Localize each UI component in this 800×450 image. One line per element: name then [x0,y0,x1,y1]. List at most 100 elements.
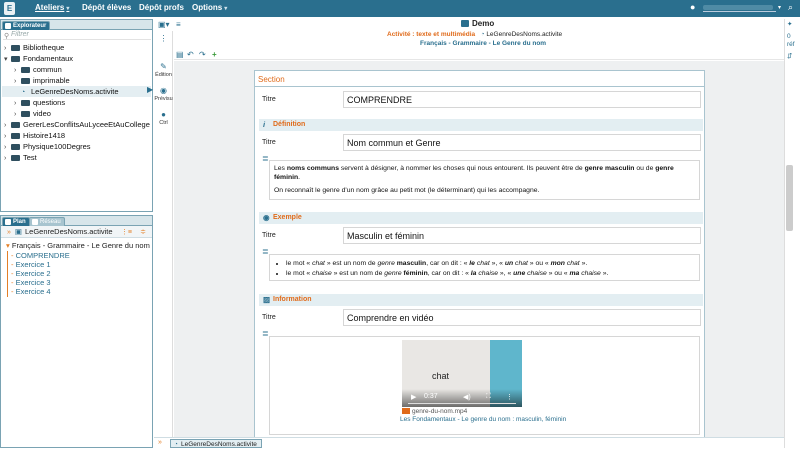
activity-subtitle: Français - Grammaire - Le Genre du nom [420,40,547,47]
example-title-input[interactable]: Masculin et féminin [343,227,701,244]
example-bullet: le mot « chaise » est un nom de genre fé… [286,269,695,278]
plan-child-item[interactable]: - Exercice 4 [11,287,51,296]
plan-child-item[interactable]: - Exercice 3 [11,278,51,287]
information-block-header[interactable]: ▨ Information [259,294,703,306]
split-icon[interactable]: ⇵ [787,52,792,60]
video-time: 0:37 [424,393,438,400]
play-icon[interactable]: ▶ [411,393,416,401]
fullscreen-icon[interactable]: ⛶ [486,393,491,401]
volume-icon[interactable]: ◀) [463,393,471,401]
video-filename-label: genre-du-nom.mp4 [412,408,468,415]
tree-item[interactable]: ◔ LeGenreDesNoms.activite [2,86,151,97]
folder-icon [21,67,30,73]
tab-plan[interactable]: Plan [2,217,30,226]
pin-icon[interactable]: ✦ [787,20,792,28]
collapse-icon[interactable]: ≑ [140,227,146,239]
section-title-input[interactable]: COMPRENDRE [343,91,701,108]
add-icon[interactable]: + [212,50,217,59]
text-edit-icon[interactable]: ≣ [262,155,269,163]
tree-item-label: Histoire1418 [23,131,66,140]
double-chevron-down-icon[interactable]: » [7,229,11,236]
tree-item-label: Bibliotheque [23,43,65,52]
video-player[interactable]: chat ▶ 0:37 ◀) ⛶ ⋮ [402,340,522,407]
folder-icon [11,133,20,139]
tab-label: Réseau [40,219,61,225]
list-icon[interactable]: ≡ [176,20,181,29]
tree-item[interactable]: › questions [2,97,151,108]
redo-icon[interactable]: ↷ [199,50,206,59]
information-title-input[interactable]: Comprendre en vidéo [343,309,701,326]
menu-ateliers[interactable]: Ateliers ▾ [35,3,69,12]
menu-options[interactable]: Options ▾ [192,3,227,12]
caret-down-icon: ▾ [224,6,228,12]
top-bar: E Ateliers ▾ Dépôt élèves Dépôt profs Opt… [0,0,800,17]
plan-root-label: Français - Grammaire - Le Genre du nom [11,241,150,250]
ctrl-button[interactable]: ● Ctrl [154,110,173,126]
example-bullet: le mot « chat » est un nom de genre masc… [286,259,695,268]
plan-child-label: Exercice 4 [15,287,51,296]
double-chevron-down-icon[interactable]: » [158,439,162,446]
tree-item[interactable]: › Histoire1418 [2,130,151,141]
plan-root-item[interactable]: ▾ Français - Grammaire - Le Genre du nom [6,241,150,250]
image-icon: ▨ [263,295,271,304]
text-edit-icon[interactable]: ≣ [262,330,269,338]
tree-item[interactable]: › GererLesConflitsAuLyceeEtAuCollege [2,119,151,130]
outline-icon[interactable]: ⋮≡ [121,227,132,239]
user-name-field[interactable] [703,4,776,12]
definition-text[interactable]: Les noms communs servent à désigner, à n… [269,160,700,200]
menu-depot-profs[interactable]: Dépôt profs [139,3,184,12]
preview-button[interactable]: ◉ Prévisu [154,86,173,102]
video-filename[interactable]: genre-du-nom.mp4 [402,408,467,415]
explorer-tab-header: Explorateur [1,20,152,30]
menu-depot-eleves[interactable]: Dépôt élèves [82,3,131,12]
plan-child-label: Exercice 1 [15,260,51,269]
video-caption[interactable]: Les Fondamentaux - Le genre du nom : mas… [400,416,566,423]
app-logo[interactable]: E [4,2,15,15]
chevron-down-icon[interactable]: ▾ [778,4,781,11]
tree-item[interactable]: › Bibliotheque [2,42,151,53]
chevron-right-icon[interactable]: › [4,153,11,164]
menu-label: Options [192,3,223,12]
user-icon[interactable]: ● [690,2,695,12]
plan-child-item[interactable]: - Exercice 2 [11,269,51,278]
more-menu-button[interactable]: ⋮ [154,34,173,44]
tab-explorateur[interactable]: Explorateur [2,21,51,30]
activity-line: Activité : texte et multimédia ◔ LeGenre… [387,31,562,38]
video-progress-track[interactable] [408,403,516,404]
filter-input[interactable]: ⚲ Filtrer [3,31,151,40]
right-rail: ✦ 0 réf ⇵ [784,19,800,448]
tree-item-label: questions [33,98,66,107]
more-icon[interactable]: ⋮ [506,393,513,401]
folder-icon [21,111,30,117]
save-icon[interactable]: ▤ [176,50,184,59]
tree-item[interactable]: › imprimable [2,75,151,86]
open-file-tab[interactable]: ◔ LeGenreDesNoms.activite [170,439,262,448]
text-edit-icon[interactable]: ≣ [262,248,269,256]
edition-button[interactable]: ✎ Édition [154,62,173,78]
folder-icon [11,45,20,51]
window-icon[interactable]: ▣▾ [158,20,170,29]
document-toolbar: ▤ ↶ ↷ + [174,50,784,60]
folder-icon [11,122,20,128]
plan-child-item[interactable]: - COMPRENDRE [11,251,70,260]
tree-item[interactable]: › Physique100Degres [2,141,151,152]
document-scrollbar[interactable] [786,165,793,231]
example-block-header[interactable]: ◉ Exemple [259,212,703,224]
definition-title-input[interactable]: Nom commun et Genre [343,134,701,151]
plan-child-label: COMPRENDRE [15,251,70,260]
example-text[interactable]: le mot « chat » est un nom de genre masc… [269,254,700,281]
monitor-icon [461,20,469,27]
tree-item[interactable]: ▾ Fondamentaux [2,53,151,64]
search-icon[interactable]: ⌕ [788,2,793,13]
tree-item[interactable]: › Test [2,152,151,163]
definition-block-header[interactable]: i Définition [259,119,703,131]
plan-child-item[interactable]: - Exercice 1 [11,260,51,269]
tree-item[interactable]: › commun [2,64,151,75]
editor-title: Demo [461,19,494,28]
tab-reseau[interactable]: Réseau [29,217,65,226]
folder-icon [11,56,20,62]
tree-item[interactable]: › video [2,108,151,119]
bottom-tab-bar: » ◔ LeGenreDesNoms.activite [154,437,784,448]
dots-icon: ⋮ [159,34,168,43]
undo-icon[interactable]: ↶ [187,50,194,59]
